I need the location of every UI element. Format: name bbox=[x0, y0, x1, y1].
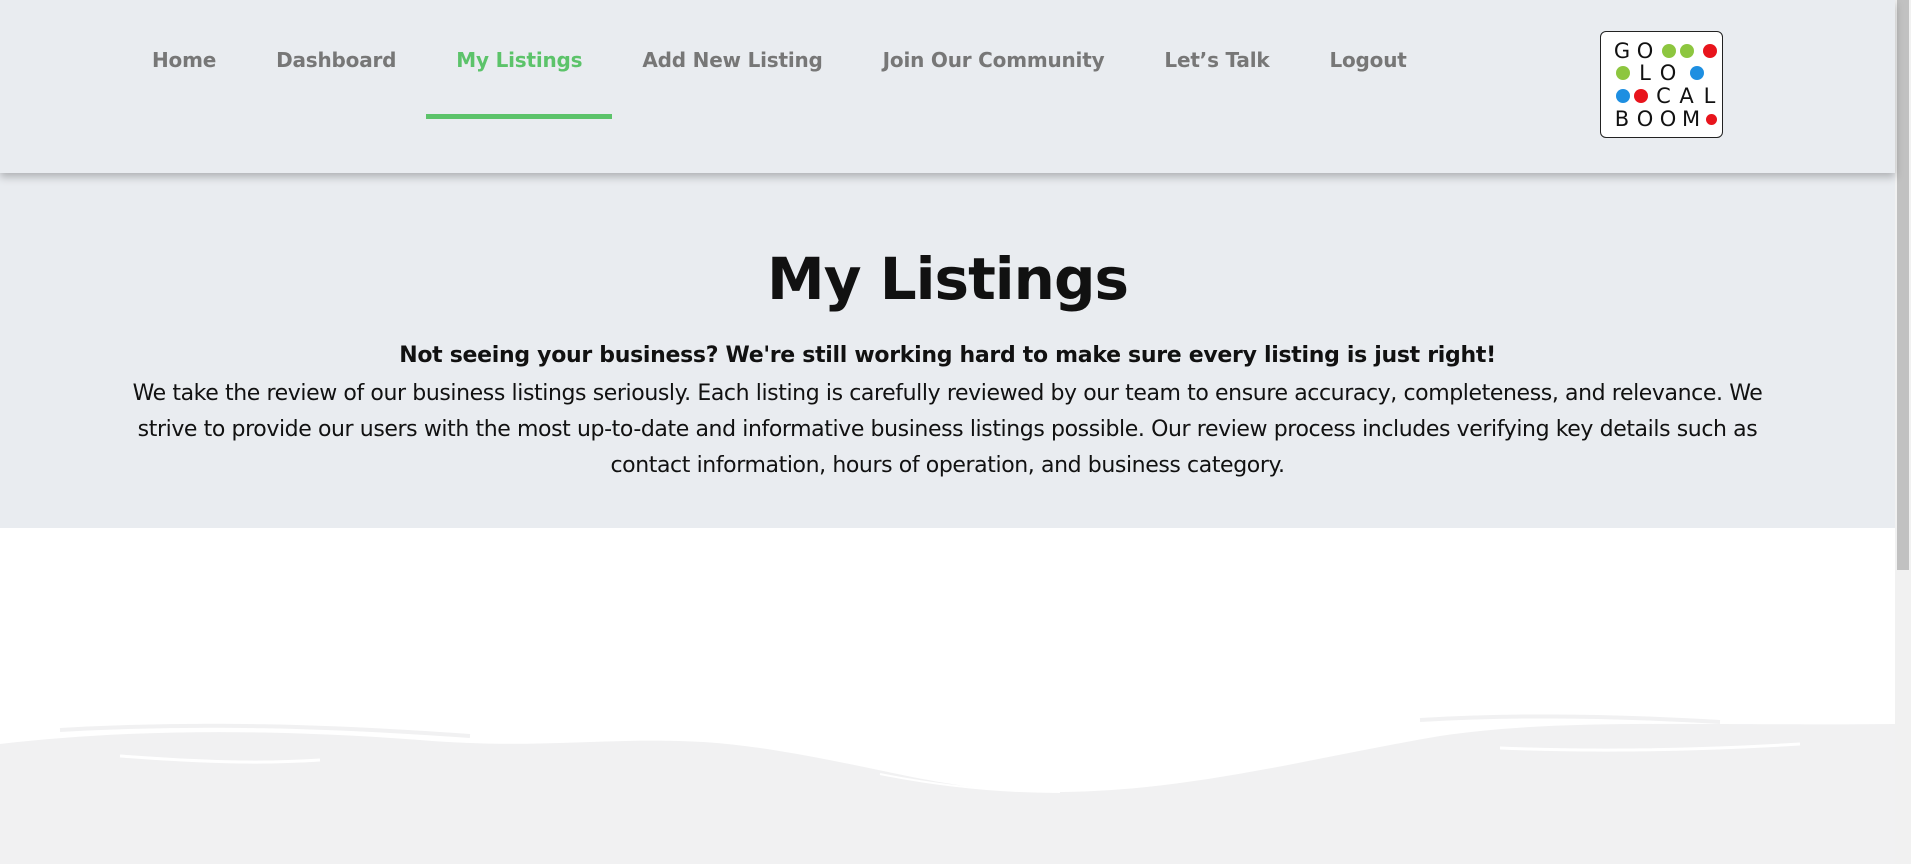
nav-add-new-listing[interactable]: Add New Listing bbox=[612, 0, 852, 119]
green-dot-icon bbox=[1680, 44, 1694, 58]
hero-section: My Listings Not seeing your business? We… bbox=[0, 173, 1895, 528]
logo-row-1: G O bbox=[1611, 40, 1722, 62]
nav-logout[interactable]: Logout bbox=[1299, 0, 1436, 119]
green-dot-icon bbox=[1661, 44, 1676, 58]
logo-row-4: B O O M bbox=[1611, 108, 1720, 130]
green-dot-icon bbox=[1615, 66, 1630, 80]
hero-body-text: We take the review of our business listi… bbox=[132, 381, 1763, 478]
scrollbar[interactable] bbox=[1895, 0, 1911, 864]
logo-letter: O bbox=[1659, 61, 1678, 85]
nav-home[interactable]: Home bbox=[122, 0, 246, 119]
logo-letter: A bbox=[1679, 84, 1695, 108]
nav-my-listings[interactable]: My Listings bbox=[426, 0, 613, 119]
nav-lets-talk[interactable]: Let’s Talk bbox=[1134, 0, 1299, 119]
scrollbar-thumb[interactable] bbox=[1897, 0, 1909, 570]
blue-dot-icon bbox=[1690, 66, 1704, 80]
wave-decoration bbox=[0, 714, 1895, 864]
red-dot-icon bbox=[1706, 113, 1717, 125]
blue-dot-icon bbox=[1615, 89, 1630, 103]
logo-letter: L bbox=[1703, 84, 1717, 108]
hero-lead-text: Not seeing your business? We're still wo… bbox=[399, 343, 1496, 368]
logo-letter: G bbox=[1613, 39, 1632, 63]
page-title: My Listings bbox=[766, 245, 1129, 313]
red-dot-icon bbox=[1703, 44, 1717, 58]
logo-letter: O bbox=[1659, 107, 1678, 131]
logo-letter: C bbox=[1656, 84, 1672, 108]
logo-letter: O bbox=[1636, 39, 1655, 63]
logo-letter: B bbox=[1614, 107, 1631, 131]
nav-join-community[interactable]: Join Our Community bbox=[853, 0, 1135, 119]
logo-letter: L bbox=[1639, 61, 1652, 85]
logo-letter: M bbox=[1681, 107, 1702, 131]
site-header: Home Dashboard My Listings Add New Listi… bbox=[0, 0, 1895, 173]
nav-dashboard[interactable]: Dashboard bbox=[246, 0, 426, 119]
logo-row-2: L O bbox=[1611, 62, 1709, 84]
logo-row-3: C A L bbox=[1611, 85, 1722, 107]
logo-letter: O bbox=[1636, 107, 1655, 131]
main-nav: Home Dashboard My Listings Add New Listi… bbox=[122, 0, 1437, 173]
logo[interactable]: G O L O C A L B O O M bbox=[1600, 31, 1723, 138]
red-dot-icon bbox=[1634, 89, 1648, 103]
